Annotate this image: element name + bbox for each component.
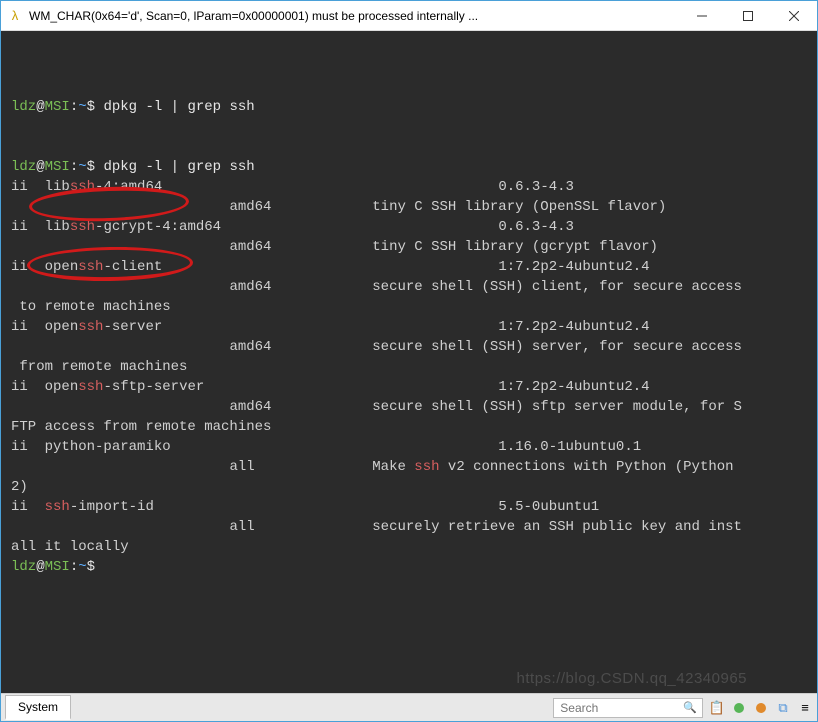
terminal[interactable]: ldz@MSI:~$ dpkg -l | grep ssh https://bl… (1, 31, 817, 693)
minimize-button[interactable] (679, 1, 725, 31)
close-button[interactable] (771, 1, 817, 31)
terminal-line: ii python-paramiko 1.16.0-1ubuntu0.1 (11, 437, 807, 457)
terminal-line: ii openssh-client 1:7.2p2-4ubuntu2.4 (11, 257, 807, 277)
status-orange-icon[interactable] (751, 698, 771, 718)
maximize-button[interactable] (725, 1, 771, 31)
terminal-line: amd64 secure shell (SSH) client, for sec… (11, 277, 807, 297)
watermark: https://blog.CSDN.qq_42340965 (517, 669, 747, 689)
terminal-line: FTP access from remote machines (11, 417, 807, 437)
terminal-line: all securely retrieve an SSH public key … (11, 517, 807, 537)
terminal-line: to remote machines (11, 297, 807, 317)
prompt-line: ldz@MSI:~$ (11, 557, 807, 577)
window-title: WM_CHAR(0x64='d', Scan=0, lParam=0x00000… (29, 9, 679, 23)
tab-system[interactable]: System (5, 695, 71, 720)
status-green-icon[interactable] (729, 698, 749, 718)
search-box[interactable]: 🔍 (553, 698, 703, 718)
search-icon[interactable]: 🔍 (680, 701, 700, 714)
terminal-line: 2) (11, 477, 807, 497)
search-input[interactable] (560, 701, 680, 715)
terminal-line: amd64 secure shell (SSH) sftp server mod… (11, 397, 807, 417)
terminal-line: ii libssh-4:amd64 0.6.3-4.3 (11, 177, 807, 197)
terminal-line: ii openssh-sftp-server 1:7.2p2-4ubuntu2.… (11, 377, 807, 397)
tabs-icon[interactable]: ⧉ (773, 698, 793, 718)
window-controls (679, 1, 817, 31)
prompt-line: ldz@MSI:~$ dpkg -l | grep ssh (11, 157, 807, 177)
terminal-line: ii libssh-gcrypt-4:amd64 0.6.3-4.3 (11, 217, 807, 237)
lambda-icon: λ (7, 8, 23, 24)
menu-icon[interactable]: ≡ (795, 698, 815, 718)
terminal-line: all it locally (11, 537, 807, 557)
terminal-line: amd64 tiny C SSH library (OpenSSL flavor… (11, 197, 807, 217)
terminal-line: from remote machines (11, 357, 807, 377)
terminal-line: all Make ssh v2 connections with Python … (11, 457, 807, 477)
terminal-line: amd64 tiny C SSH library (gcrypt flavor) (11, 237, 807, 257)
clipboard-icon[interactable]: 📋 (707, 698, 727, 718)
prompt-line: ldz@MSI:~$ dpkg -l | grep ssh (11, 97, 807, 117)
titlebar: λ WM_CHAR(0x64='d', Scan=0, lParam=0x000… (1, 1, 817, 31)
terminal-line: amd64 secure shell (SSH) server, for sec… (11, 337, 807, 357)
terminal-line: ii openssh-server 1:7.2p2-4ubuntu2.4 (11, 317, 807, 337)
statusbar: System 🔍 📋 ⧉ ≡ (1, 693, 817, 721)
terminal-line: ii ssh-import-id 5.5-0ubuntu1 (11, 497, 807, 517)
